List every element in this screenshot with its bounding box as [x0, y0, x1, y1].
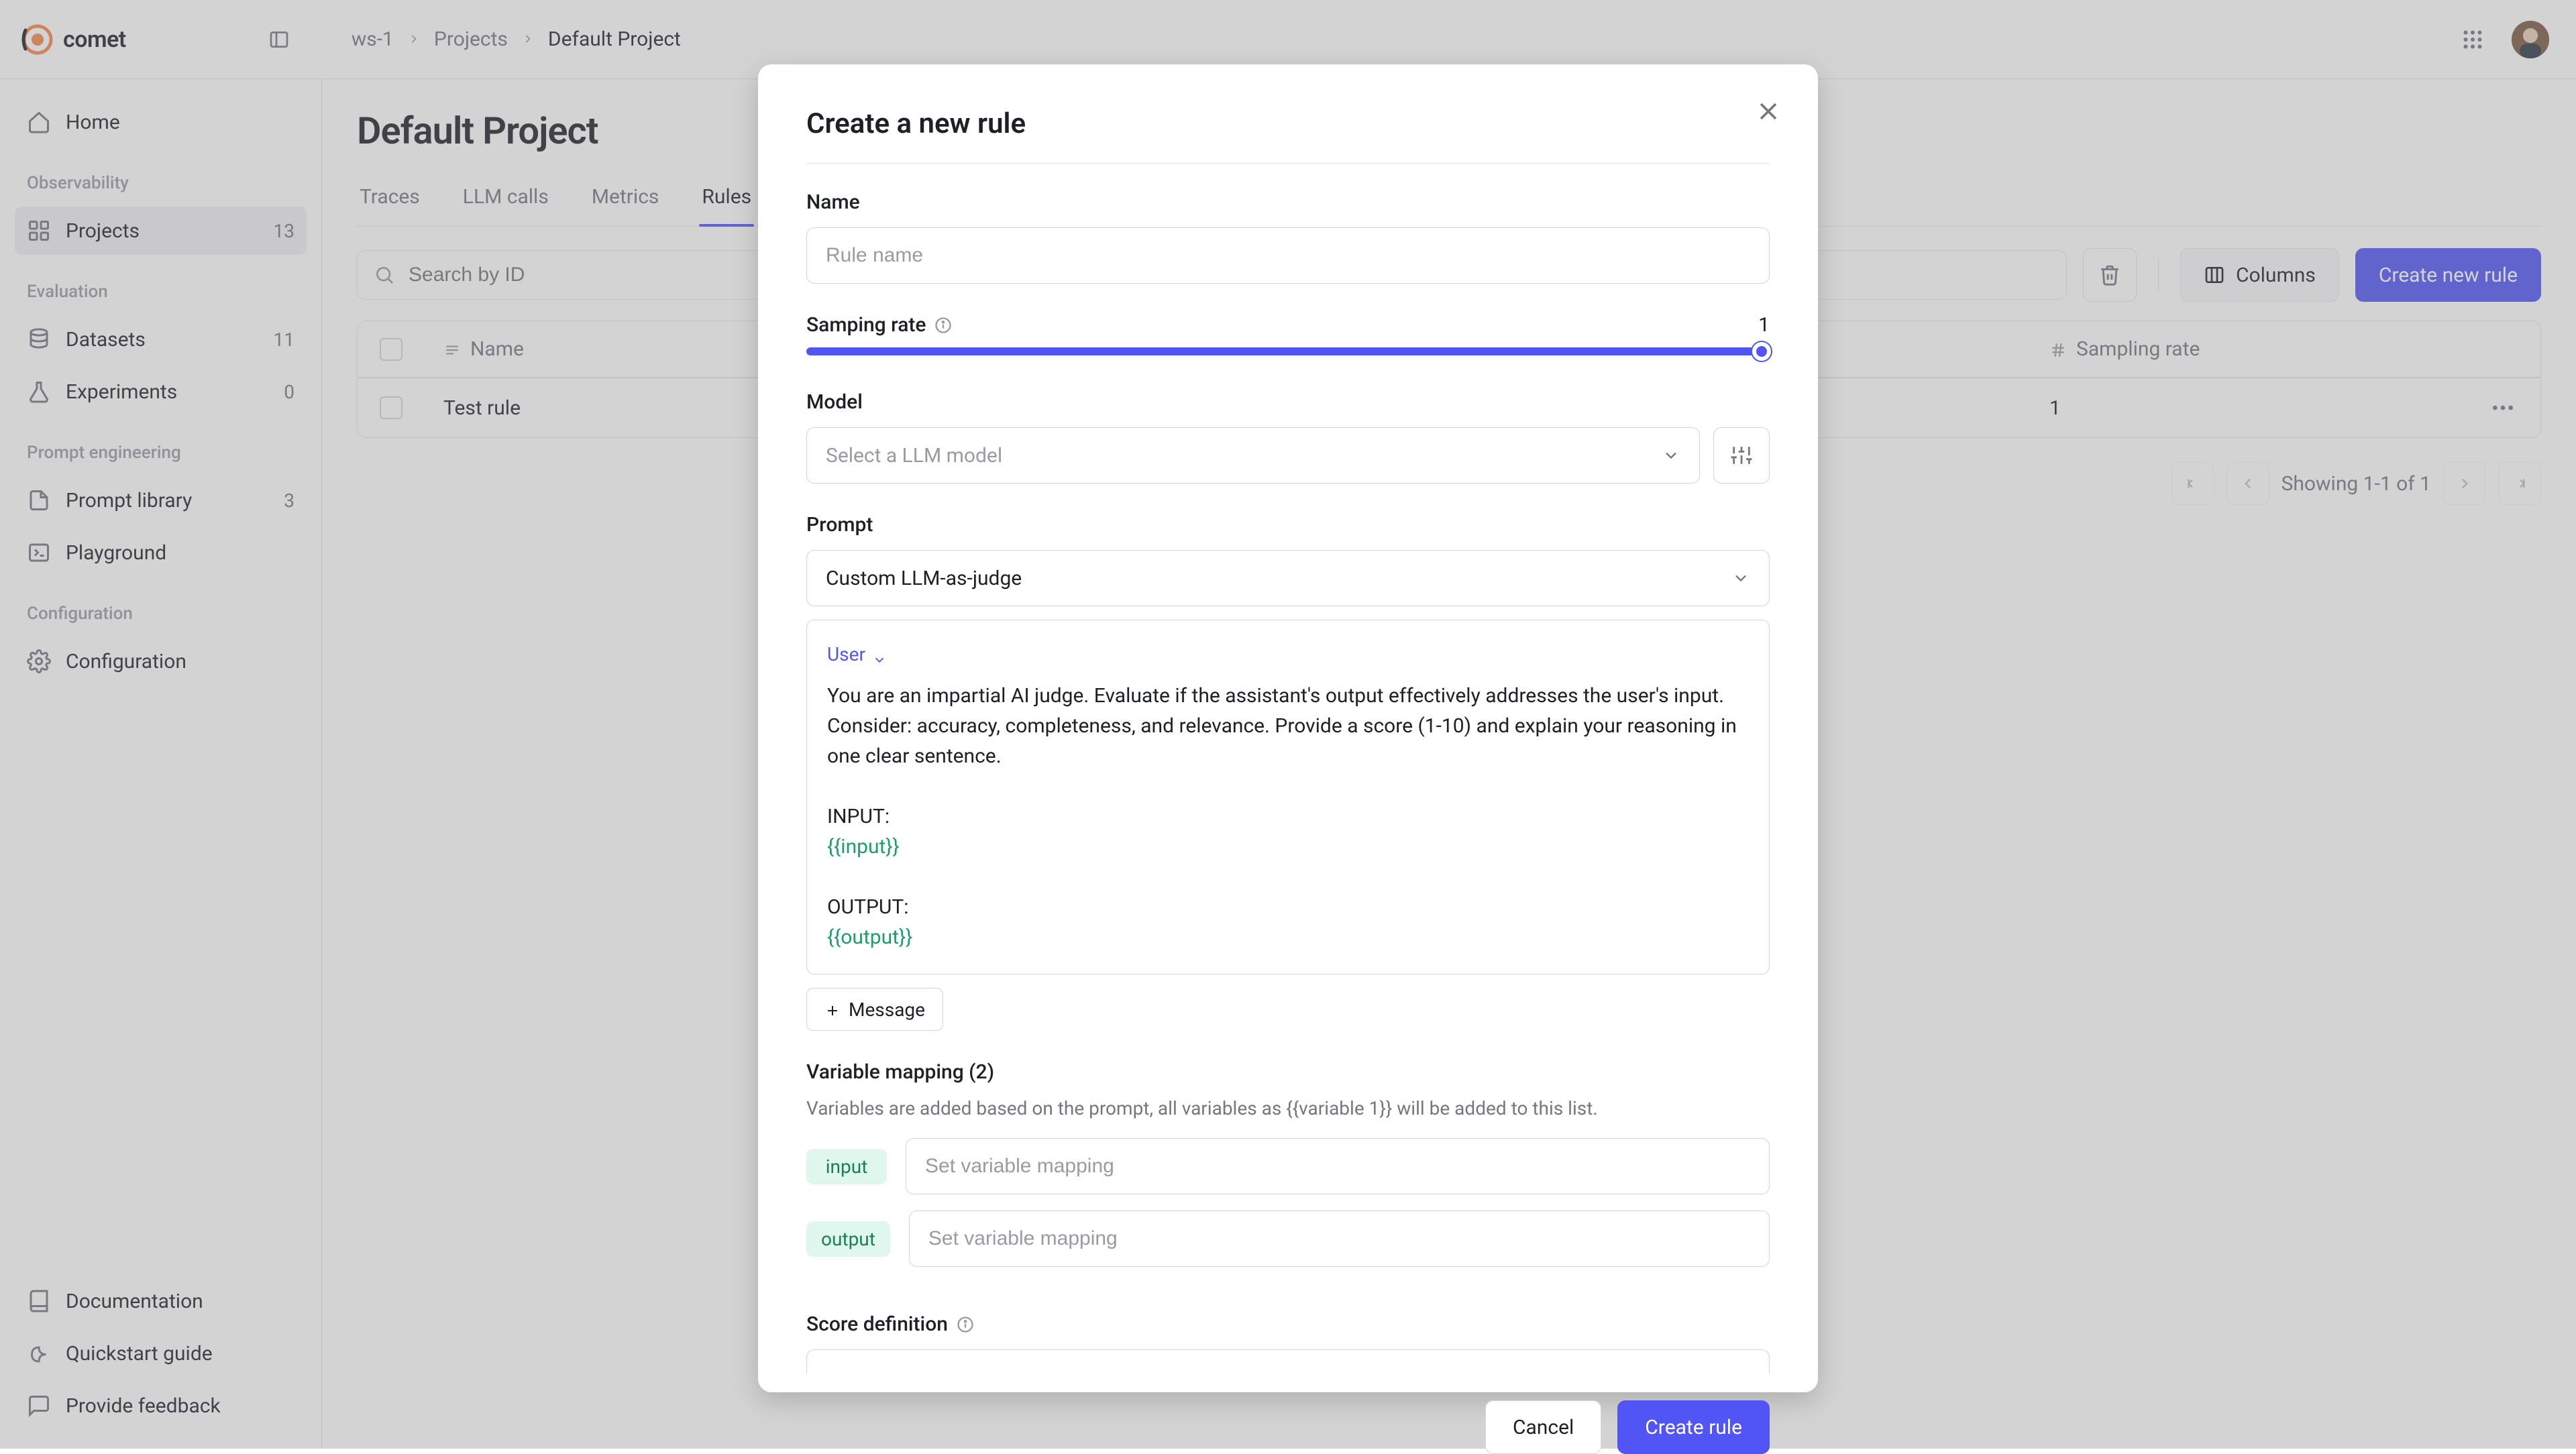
add-message-button[interactable]: Message [806, 988, 943, 1031]
modal-title: Create a new rule [806, 107, 1770, 140]
rule-name-input[interactable] [806, 227, 1770, 284]
prompt-template-select[interactable]: Custom LLM-as-judge [806, 550, 1770, 606]
slider-thumb[interactable] [1752, 342, 1771, 361]
prompt-template-value: Custom LLM-as-judge [826, 567, 1022, 590]
prompt-body[interactable]: You are an impartial AI judge. Evaluate … [827, 681, 1749, 952]
chevron-down-icon [1662, 446, 1680, 465]
info-icon[interactable] [934, 316, 953, 335]
plus-icon [824, 1001, 841, 1017]
chevron-down-icon [1731, 569, 1750, 588]
info-icon[interactable] [956, 1315, 975, 1334]
variable-mapping-input-2[interactable] [909, 1211, 1770, 1267]
add-message-label: Message [849, 999, 925, 1021]
sampling-rate-value: 1 [1758, 313, 1770, 337]
template-variable-input: {{input}} [827, 835, 900, 858]
close-icon [1754, 97, 1783, 126]
modal-close-button[interactable] [1754, 97, 1783, 126]
cancel-button[interactable]: Cancel [1485, 1400, 1601, 1454]
variable-mapping-title: Variable mapping (2) [806, 1060, 1770, 1084]
variable-mapping-help: Variables are added based on the prompt,… [806, 1097, 1770, 1119]
sliders-icon [1730, 444, 1753, 467]
model-settings-button[interactable] [1713, 427, 1770, 484]
template-variable-output: {{output}} [827, 926, 912, 949]
variable-mapping-input-1[interactable] [906, 1138, 1770, 1194]
create-rule-button[interactable]: Create rule [1617, 1400, 1770, 1454]
model-label: Model [806, 390, 1770, 414]
name-label: Name [806, 190, 1770, 214]
variable-row-output: output [806, 1211, 1770, 1267]
role-selector[interactable]: User [827, 640, 887, 669]
model-select[interactable]: Select a LLM model [806, 427, 1700, 484]
role-label: User [827, 640, 865, 669]
prompt-label: Prompt [806, 513, 1770, 537]
chevron-down-icon [872, 647, 887, 662]
variable-badge-input: input [806, 1149, 887, 1184]
variable-badge-output: output [806, 1221, 890, 1257]
create-rule-modal: Create a new rule Name Samping rate 1 [758, 64, 1818, 1392]
modal-scrim[interactable]: Create a new rule Name Samping rate 1 [0, 0, 2576, 1449]
score-definition-input[interactable] [806, 1349, 1770, 1374]
variable-row-input: input [806, 1138, 1770, 1194]
model-select-placeholder: Select a LLM model [826, 444, 1002, 467]
score-definition-label: Score definition [806, 1312, 1770, 1336]
prompt-editor[interactable]: User You are an impartial AI judge. Eval… [806, 620, 1770, 974]
sampling-rate-slider[interactable] [806, 347, 1770, 355]
sampling-rate-label: Samping rate [806, 313, 953, 337]
